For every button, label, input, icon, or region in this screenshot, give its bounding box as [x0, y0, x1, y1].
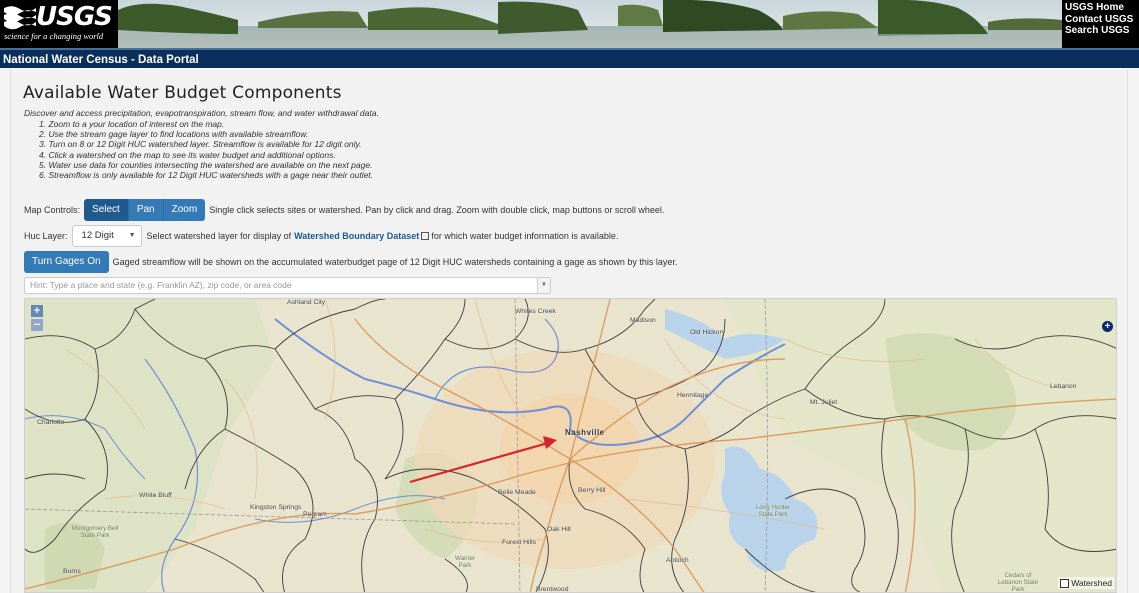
map-label: Old Hickory — [690, 329, 726, 336]
river-scenery-image — [118, 0, 1062, 48]
header-banner: USGS science for a changing world USGS H… — [0, 0, 1139, 48]
portal-title: National Water Census - Data Portal — [3, 54, 199, 66]
instruction-step: 5. Water use data for counties intersect… — [39, 159, 373, 170]
instruction-step: 3. Turn on 8 or 12 Digit HUC watershed l… — [39, 139, 362, 150]
map-label: Kingston Springs — [250, 504, 302, 511]
logo-tagline: science for a changing world — [4, 31, 104, 41]
search-placeholder: Hint: Type a place and state (e.g. Frank… — [30, 280, 292, 290]
usgs-waves-icon — [4, 6, 36, 30]
logo-wordmark: USGS — [36, 2, 113, 32]
huc-help-before: Select watershed layer for display of — [146, 231, 292, 241]
watershed-boundary-dataset-link[interactable]: Watershed Boundary Dataset — [294, 231, 419, 241]
map-label: Lebanon — [1050, 383, 1077, 390]
external-link-icon — [421, 232, 430, 240]
map-controls-help: Single click selects sites or watershed.… — [209, 205, 665, 215]
map-zoom-in-button[interactable]: + — [31, 305, 43, 317]
usgs-home-link[interactable]: USGS Home — [1065, 2, 1139, 14]
map-label: Brentwood — [536, 586, 569, 593]
main-content: Available Water Budget Components Discov… — [10, 70, 1128, 593]
map-zoom-out-button[interactable]: − — [31, 319, 43, 331]
gages-row: Turn Gages On Gaged streamflow will be s… — [24, 251, 677, 273]
map-label: Berry Hill — [578, 487, 606, 494]
dropdown-caret-icon: ▼ — [128, 232, 136, 239]
search-dropdown-icon[interactable]: ▼ — [537, 278, 550, 293]
map-basemap — [25, 299, 1116, 592]
instruction-step: 2. Use the stream gage layer to find loc… — [39, 129, 309, 140]
map-expand-icon[interactable]: + — [1102, 321, 1113, 332]
map-label: Hermitage — [677, 392, 709, 399]
huc-layer-select[interactable]: 12 Digit ▼ — [71, 225, 142, 247]
page-title: Available Water Budget Components — [23, 83, 342, 103]
map-label: Belle Meade — [498, 489, 536, 496]
map-label: Cedars of Lebanon State Park — [997, 572, 1039, 593]
pan-mode-button[interactable]: Pan — [128, 199, 164, 221]
zoom-mode-button[interactable]: Zoom — [163, 199, 206, 221]
huc-layer-value: 12 Digit — [81, 230, 114, 241]
map-label: Whites Creek — [515, 308, 556, 315]
map-label: Long Hunter State Park — [755, 504, 791, 518]
instruction-step: 1. Zoom to a your location of interest o… — [39, 119, 225, 129]
place-search-input[interactable]: Hint: Type a place and state (e.g. Frank… — [24, 277, 551, 294]
search-usgs-link[interactable]: Search USGS — [1065, 25, 1139, 37]
huc-layer-row: Huc Layer: 12 Digit ▼ Select watershed l… — [24, 225, 618, 247]
map-label: Madison — [630, 317, 656, 324]
huc-help-after: for which water budget information is av… — [431, 231, 619, 241]
map-label: Montgomery Bell State Park — [71, 525, 119, 539]
map-label: Mt. Juliet — [810, 399, 838, 406]
instruction-step: 4. Click a watershed on the map to see i… — [39, 149, 336, 160]
map-label: Forest Hills — [502, 539, 536, 546]
intro-text: Discover and access precipitation, evapo… — [24, 108, 379, 118]
instruction-list: 1. Zoom to a your location of interest o… — [39, 119, 373, 180]
instruction-step: 6. Streamflow is only available for 12 D… — [39, 170, 374, 181]
watershed-legend[interactable]: Watershed — [1058, 577, 1114, 589]
map-label: Oak Hill — [547, 526, 571, 533]
map-label: Antioch — [666, 557, 689, 564]
page: USGS science for a changing world USGS H… — [0, 0, 1139, 593]
usgs-logo[interactable]: USGS science for a changing world — [0, 0, 118, 48]
map-view[interactable]: + − + Nashville Ashland City Whites Cree… — [24, 298, 1117, 593]
watershed-checkbox[interactable] — [1060, 578, 1070, 588]
turn-gages-on-button[interactable]: Turn Gages On — [24, 251, 109, 273]
portal-title-bar: National Water Census - Data Portal — [0, 48, 1139, 68]
map-label: Burns — [63, 568, 81, 575]
gages-help: Gaged streamflow will be shown on the ac… — [112, 257, 678, 267]
map-label: Pegram — [303, 511, 327, 518]
contact-usgs-link[interactable]: Contact USGS — [1065, 14, 1139, 26]
map-mode-button-group: Select Pan Zoom — [84, 199, 206, 221]
map-label: Warner Park — [454, 555, 476, 569]
header-links: USGS Home Contact USGS Search USGS — [1062, 0, 1139, 48]
huc-layer-label: Huc Layer: — [24, 231, 68, 241]
select-mode-button[interactable]: Select — [84, 199, 129, 221]
map-controls-row: Map Controls: Select Pan Zoom Single cli… — [24, 199, 664, 221]
map-controls-label: Map Controls: — [24, 205, 81, 215]
map-label: Nashville — [565, 428, 605, 437]
map-label: Ashland City — [287, 299, 326, 306]
map-label: White Bluff — [139, 492, 172, 499]
map-label: Charlotte — [37, 419, 65, 426]
watershed-legend-label: Watershed — [1071, 578, 1112, 588]
